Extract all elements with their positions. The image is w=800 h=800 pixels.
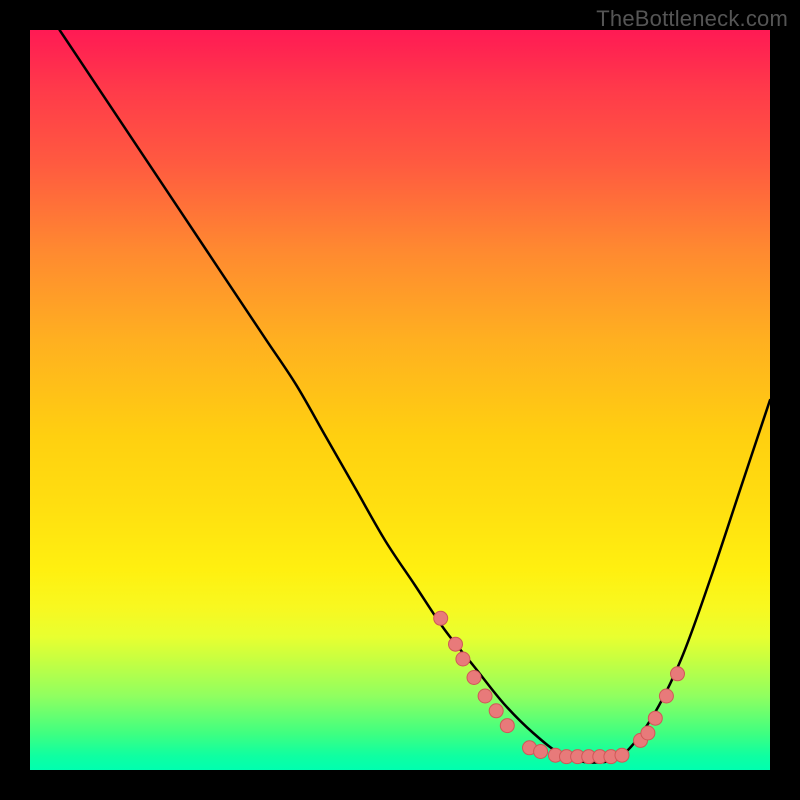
- data-point: [615, 748, 629, 762]
- data-point: [641, 726, 655, 740]
- data-point: [534, 745, 548, 759]
- curve-layer: [30, 30, 770, 770]
- chart-container: TheBottleneck.com: [0, 0, 800, 800]
- data-point: [456, 652, 470, 666]
- plot-area: [30, 30, 770, 770]
- data-point: [434, 611, 448, 625]
- data-point: [449, 637, 463, 651]
- data-point: [489, 704, 503, 718]
- data-point: [671, 667, 685, 681]
- watermark-text: TheBottleneck.com: [596, 6, 788, 32]
- data-point: [500, 719, 514, 733]
- bottleneck-curve: [60, 30, 770, 763]
- data-point: [648, 711, 662, 725]
- data-point: [659, 689, 673, 703]
- data-point: [478, 689, 492, 703]
- data-point: [467, 671, 481, 685]
- data-points: [434, 611, 685, 763]
